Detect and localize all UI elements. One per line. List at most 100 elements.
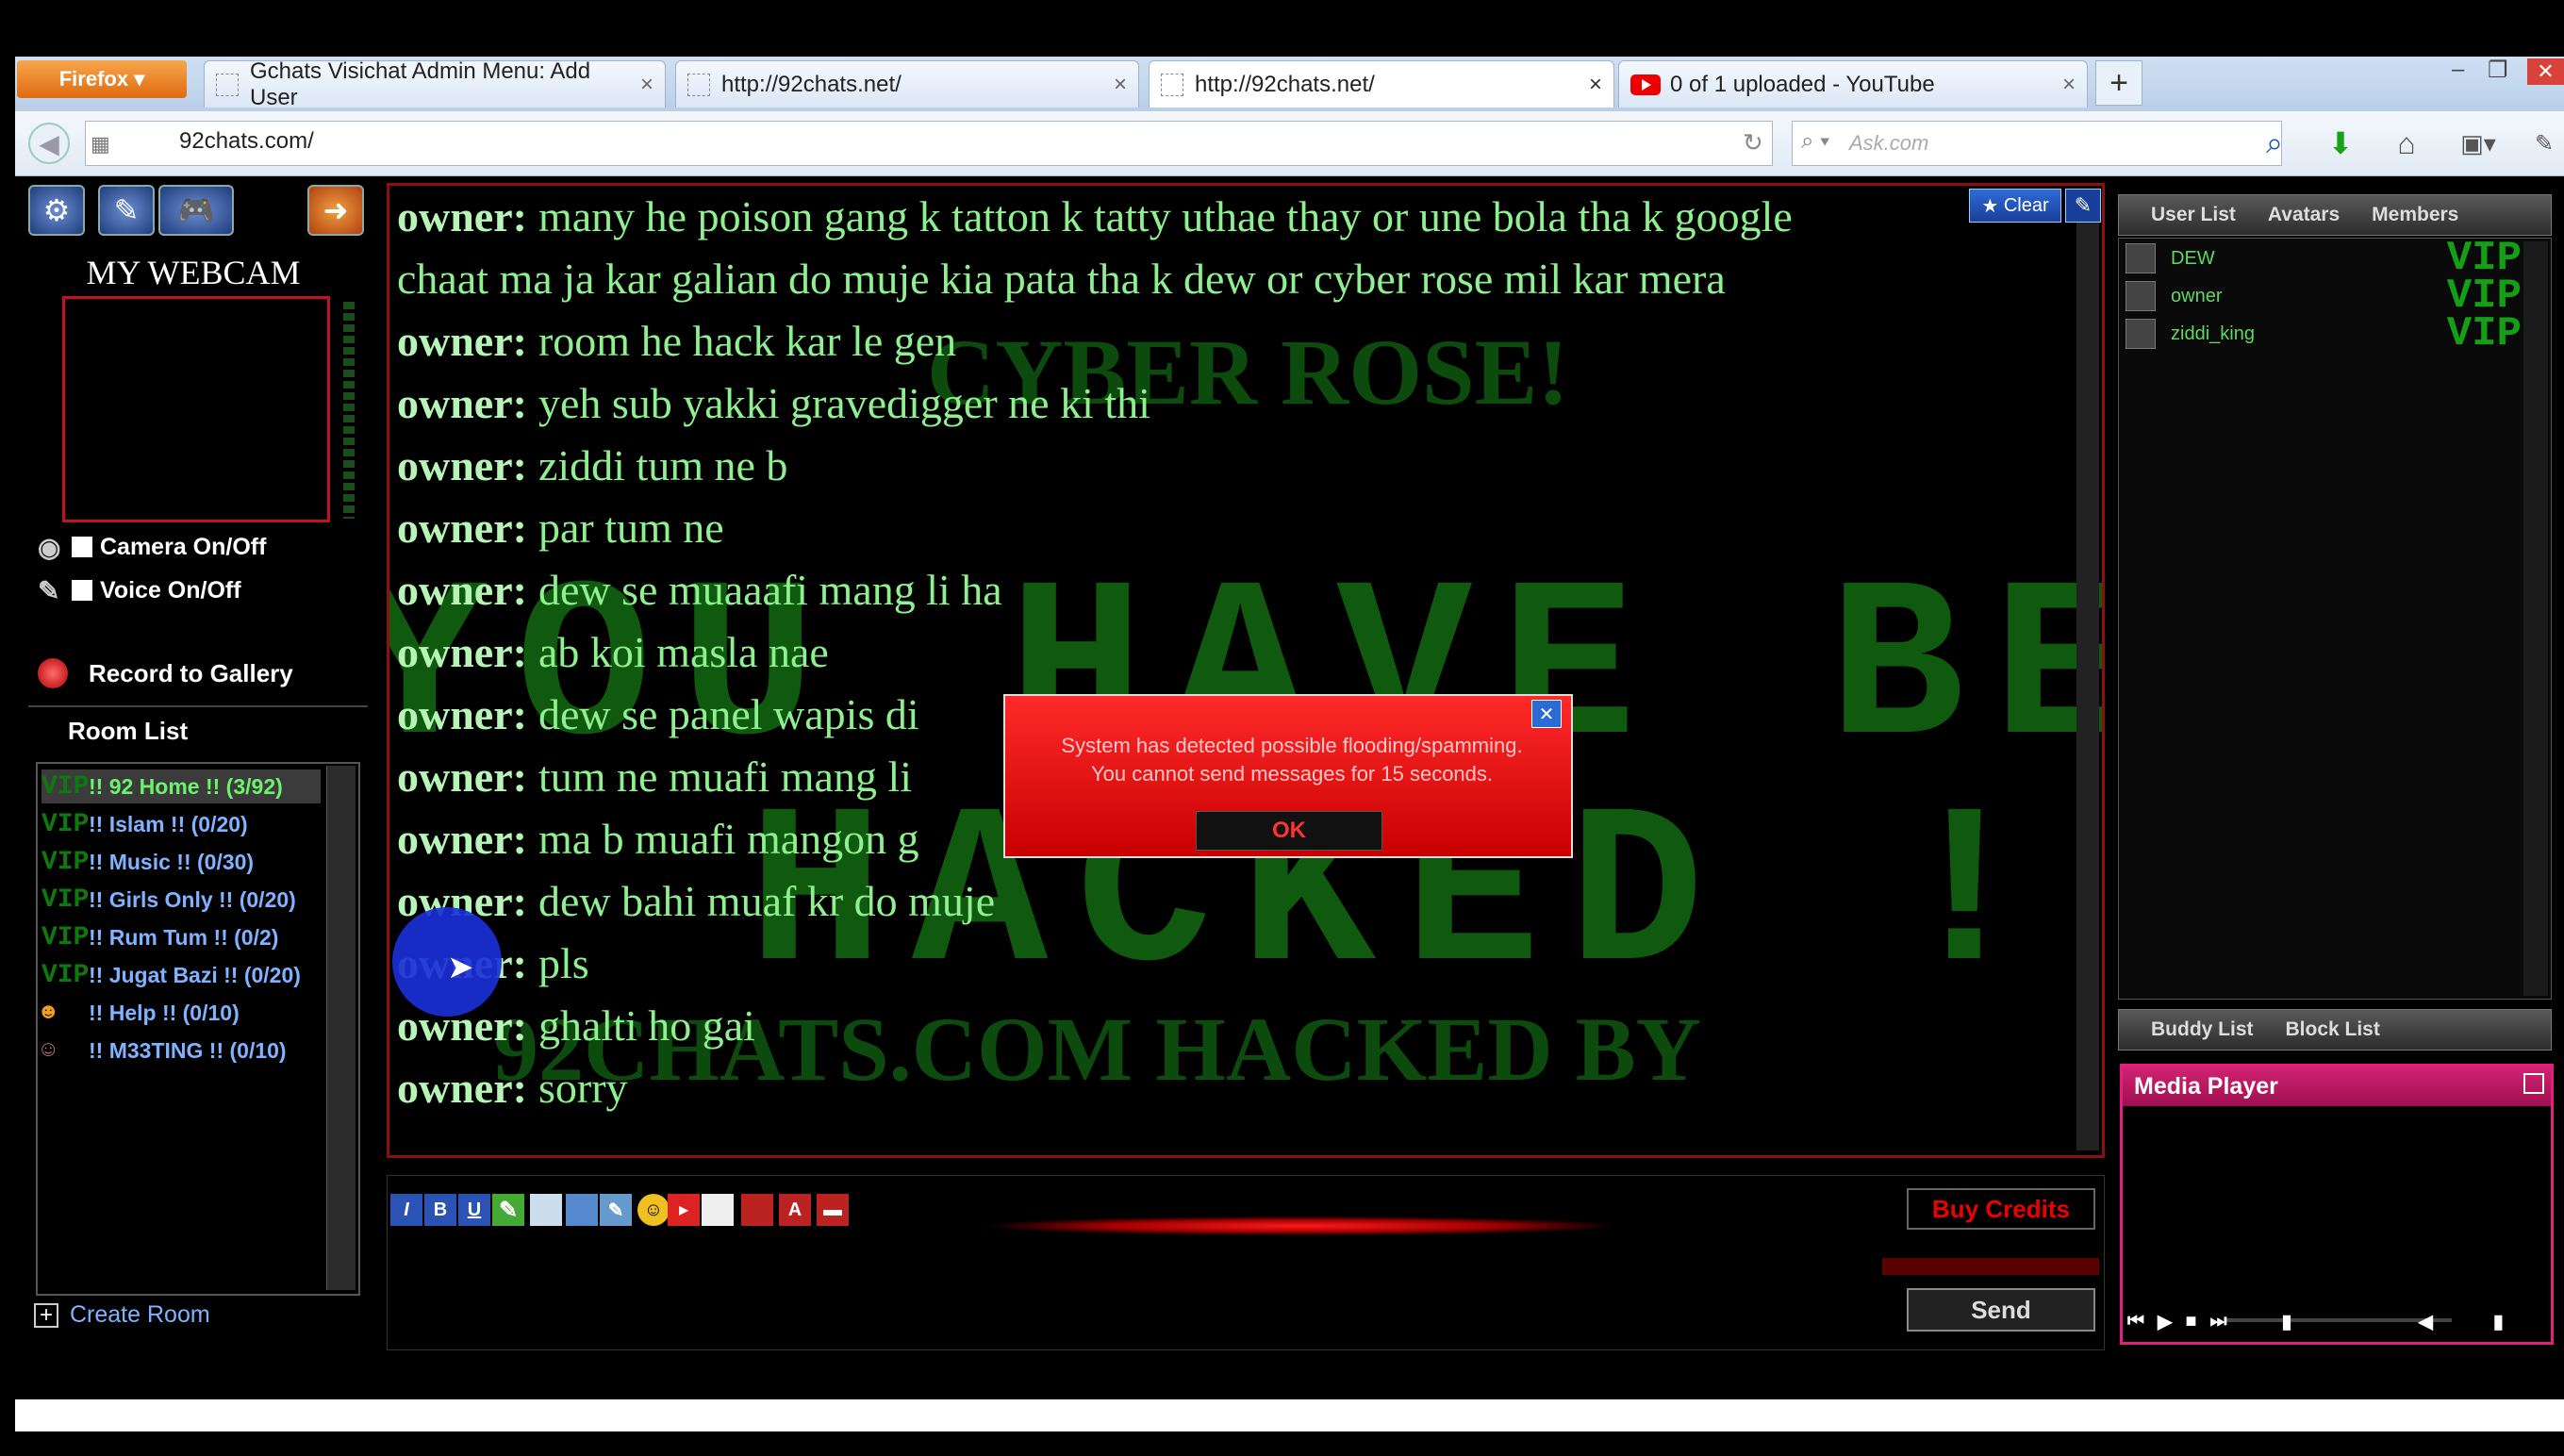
pen-icon[interactable]: ✎ bbox=[600, 1194, 632, 1226]
media-controls: ⏮ ▶ ■ ⏭ ▮ ◀ ▮ bbox=[2127, 1307, 2546, 1335]
window-close-button[interactable]: ✕ bbox=[2527, 58, 2564, 85]
browser-tab-active[interactable]: http://92chats.net/ × bbox=[1149, 60, 1614, 108]
room-item[interactable]: VIP!! Music !! (0/30) bbox=[41, 845, 321, 879]
message-author: owner: bbox=[397, 1064, 527, 1112]
restore-icon[interactable]: ❐ bbox=[2488, 57, 2508, 85]
volume-handle[interactable]: ▮ bbox=[2493, 1310, 2504, 1333]
meeting-icon: ☺ bbox=[41, 1037, 56, 1064]
search-engine-icon[interactable]: ⌕ ▾ bbox=[1801, 128, 1829, 155]
speech-icon[interactable]: ▬ bbox=[817, 1194, 849, 1226]
search-icon[interactable]: ⌕ bbox=[2254, 123, 2295, 164]
room-label: !! M33TING !! (0/10) bbox=[89, 1037, 287, 1063]
room-item[interactable]: ☺ !! M33TING !! (0/10) bbox=[41, 1034, 321, 1067]
buy-credits-button[interactable]: Buy Credits bbox=[1907, 1188, 2095, 1230]
back-button[interactable]: ◀ bbox=[28, 123, 70, 164]
search-input[interactable]: Ask.com bbox=[1792, 121, 2282, 166]
voice-toggle[interactable]: ✎ Voice On/Off bbox=[38, 573, 241, 607]
minimize-icon[interactable]: – bbox=[2452, 57, 2464, 85]
page-icon bbox=[687, 73, 710, 96]
browser-tab[interactable]: 0 of 1 uploaded - YouTube × bbox=[1618, 60, 2088, 108]
close-tab-icon[interactable]: × bbox=[1589, 72, 1602, 98]
camera-checkbox[interactable] bbox=[72, 537, 92, 557]
tab-members[interactable]: Members bbox=[2340, 204, 2458, 226]
chat-message: owner: sorry bbox=[397, 1063, 628, 1113]
record-icon bbox=[38, 658, 68, 688]
voice-checkbox[interactable] bbox=[72, 580, 92, 601]
avatar bbox=[2126, 243, 2156, 273]
message-author: owner: bbox=[397, 504, 527, 552]
tab-buddy-list[interactable]: Buddy List bbox=[2119, 1018, 2254, 1041]
record-label: Record to Gallery bbox=[89, 658, 293, 687]
browser-tab[interactable]: Gchats Visichat Admin Menu: Add User × bbox=[204, 58, 666, 110]
reload-icon[interactable]: ↻ bbox=[1743, 128, 1763, 157]
new-tab-button[interactable]: + bbox=[2095, 60, 2142, 106]
font-color-icon[interactable]: A bbox=[779, 1194, 811, 1226]
clear-chat-button[interactable]: ★ Clear bbox=[1969, 189, 2061, 223]
previous-icon[interactable]: ⏮ bbox=[2127, 1311, 2144, 1332]
url-bar[interactable] bbox=[85, 121, 1773, 166]
user-name: owner bbox=[2171, 285, 2223, 306]
user-list-item[interactable]: ziddi_king VIP bbox=[2126, 310, 2522, 357]
chat-scrollbar[interactable] bbox=[2076, 207, 2099, 1150]
stop-icon[interactable]: ■ bbox=[2185, 1311, 2196, 1332]
message-text: ab koi masla nae bbox=[538, 628, 829, 676]
close-tab-icon[interactable]: × bbox=[2062, 72, 2076, 98]
volume-icon[interactable]: ◀ bbox=[2419, 1310, 2433, 1333]
dialog-close-icon[interactable]: ✕ bbox=[1531, 700, 1562, 728]
record-to-gallery-button[interactable]: Record to Gallery bbox=[38, 658, 293, 688]
room-item[interactable]: VIP!! Rum Tum !! (0/2) bbox=[41, 920, 321, 954]
bookmarks-icon[interactable]: ▣▾ bbox=[2457, 123, 2499, 164]
tools-icon[interactable]: ✎ bbox=[2523, 123, 2564, 164]
chat-message: owner: dew bahi muaf kr do muje bbox=[397, 876, 995, 926]
send-button[interactable]: Send bbox=[1907, 1288, 2095, 1332]
image-icon[interactable] bbox=[566, 1194, 598, 1226]
next-icon[interactable]: ⏭ bbox=[2209, 1311, 2226, 1332]
message-text: sorry bbox=[538, 1064, 628, 1112]
play-icon[interactable]: ▶ bbox=[2158, 1310, 2172, 1333]
user-list-item[interactable]: DEW VIP bbox=[2126, 235, 2522, 282]
dialog-line: You cannot send messages for 15 seconds. bbox=[1090, 762, 1494, 786]
room-item[interactable]: VIP!! Girls Only !! (0/20) bbox=[41, 883, 321, 917]
room-item[interactable]: VIP!! 92 Home !! (3/92) bbox=[41, 769, 321, 803]
settings-gear-icon[interactable]: ⚙ bbox=[28, 185, 85, 236]
user-list-item[interactable]: owner VIP bbox=[2126, 273, 2522, 320]
minimize-icon[interactable] bbox=[2523, 1073, 2544, 1094]
download-icon[interactable]: ⬇ bbox=[2320, 123, 2361, 164]
dialog-ok-button[interactable]: OK bbox=[1196, 811, 1382, 851]
tab-block-list[interactable]: Block List bbox=[2254, 1018, 2380, 1041]
user-list-scrollbar[interactable] bbox=[2523, 241, 2548, 996]
tab-avatars[interactable]: Avatars bbox=[2236, 204, 2340, 226]
seek-handle[interactable]: ▮ bbox=[2281, 1310, 2291, 1333]
close-tab-icon[interactable]: × bbox=[640, 72, 653, 98]
bold-button[interactable]: B bbox=[424, 1194, 456, 1226]
room-item[interactable]: VIP!! Jugat Bazi !! (0/20) bbox=[41, 958, 321, 992]
italic-button[interactable]: I bbox=[390, 1194, 422, 1226]
emoticon-icon[interactable]: ☺ bbox=[637, 1194, 670, 1226]
tab-user-list[interactable]: User List bbox=[2119, 204, 2236, 226]
message-author: owner: bbox=[397, 379, 527, 427]
camera-toggle[interactable]: ◉ Camera On/Off bbox=[38, 530, 266, 564]
notebook-icon[interactable]: ✎ bbox=[98, 185, 155, 236]
vip-badge: VIP bbox=[41, 771, 90, 802]
brush-icon[interactable]: ✎ bbox=[492, 1194, 524, 1226]
room-list-scrollbar[interactable] bbox=[326, 766, 356, 1290]
vip-badge: VIP bbox=[41, 847, 90, 877]
browser-tab[interactable]: http://92chats.net/ × bbox=[675, 60, 1139, 108]
message-author: owner: bbox=[397, 566, 527, 614]
room-label: !! Jugat Bazi !! (0/20) bbox=[89, 962, 301, 987]
room-item[interactable]: ☻ !! Help !! (0/10) bbox=[41, 996, 321, 1030]
window-icon[interactable] bbox=[702, 1194, 734, 1226]
site-identity-icon[interactable]: ▦ bbox=[91, 132, 110, 157]
exit-icon[interactable]: ➜ bbox=[307, 185, 364, 236]
game-controller-icon[interactable]: 🎮 bbox=[158, 185, 234, 236]
close-tab-icon[interactable]: × bbox=[1114, 72, 1127, 98]
firefox-menu-button[interactable]: Firefox ▾ bbox=[17, 60, 187, 98]
home-icon[interactable]: ⌂ bbox=[2386, 123, 2427, 164]
edit-icon[interactable]: ✎ bbox=[2065, 189, 2101, 223]
youtube-icon[interactable]: ▶ bbox=[668, 1194, 700, 1226]
block-icon[interactable] bbox=[741, 1194, 773, 1226]
create-room-button[interactable]: + Create Room bbox=[34, 1301, 210, 1329]
room-item[interactable]: VIP!! Islam !! (0/20) bbox=[41, 807, 321, 841]
underline-button[interactable]: U bbox=[458, 1194, 490, 1226]
document-icon[interactable] bbox=[530, 1194, 562, 1226]
